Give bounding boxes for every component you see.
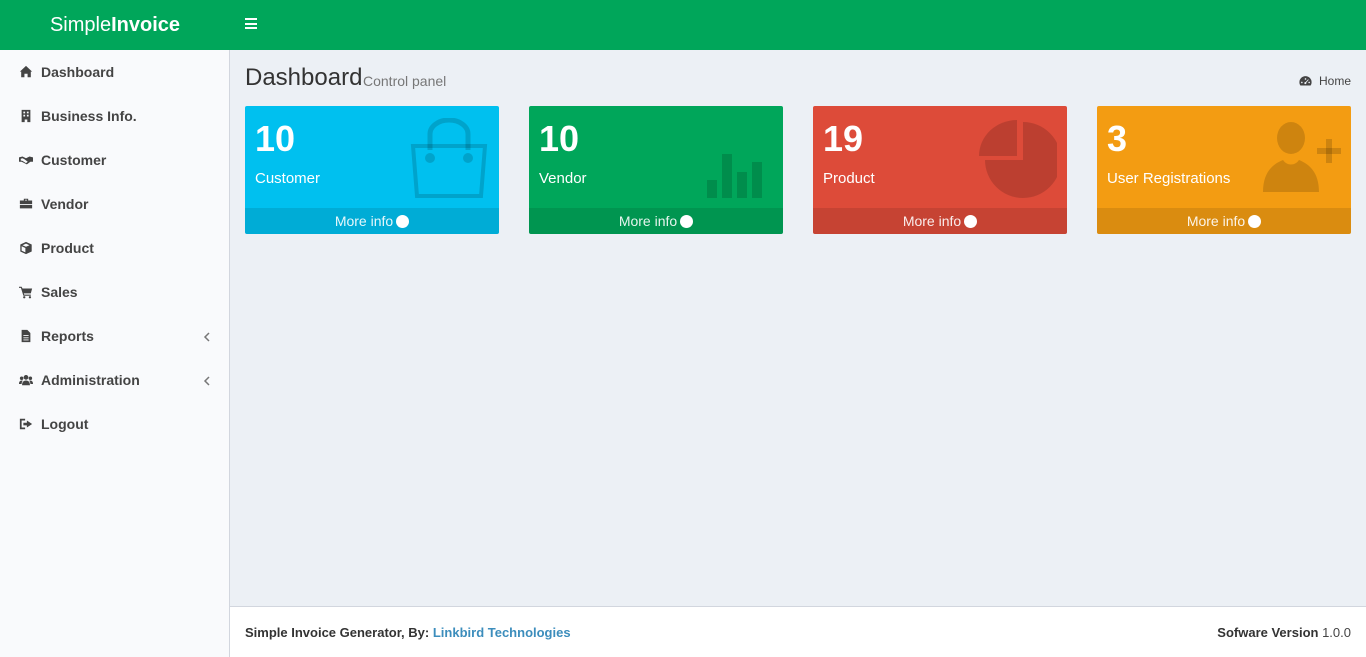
arrow-circle-right-icon [680,215,694,228]
handshake-icon [18,153,33,167]
logo-light-text: Simple [49,14,112,36]
sidebar-item-administration[interactable]: Administration [0,358,229,402]
sidebar: Dashboard Business Info. Customer Vendor… [0,50,230,657]
stat-label: Customer [255,170,321,187]
sidebar-toggle-icon[interactable] [245,18,257,29]
sidebar-item-product[interactable]: Product [0,226,229,270]
more-info-link[interactable]: More info [813,208,1067,234]
footer-credit-text: Simple Invoice Generator, By: [245,625,430,640]
cart-icon [18,285,33,299]
user-plus-icon [1261,118,1341,198]
stat-label: Vendor [539,170,587,187]
stat-box-customer: 10 Customer More info [245,106,499,234]
chevron-left-icon [203,330,211,342]
sidebar-item-label: Customer [41,152,107,168]
sidebar-item-label: Dashboard [41,64,115,80]
sidebar-item-vendor[interactable]: Vendor [0,182,229,226]
stat-count: 10 [539,118,580,159]
logo-bold-text: Invoice [111,14,181,36]
breadcrumb[interactable]: Home [1299,74,1351,88]
stat-label: Product [823,170,875,187]
sign-out-icon [18,417,33,431]
file-icon [18,329,33,343]
footer-credit: Simple Invoice Generator, By: Linkbird T… [245,625,571,640]
top-navbar: SimpleInvoice [0,0,1366,50]
more-info-link[interactable]: More info [245,208,499,234]
pie-chart-icon [977,118,1061,198]
software-version: Sofware Version 1.0.0 [1217,625,1351,640]
building-icon [18,109,33,123]
sidebar-item-reports[interactable]: Reports [0,314,229,358]
bar-chart-icon [693,118,773,198]
stat-count: 10 [255,118,296,159]
stat-label: User Registrations [1107,170,1231,187]
sidebar-item-label: Reports [41,328,94,344]
sidebar-item-label: Administration [41,372,140,388]
cube-icon [18,241,33,255]
more-info-label: More info [334,213,394,229]
home-icon [18,65,33,79]
sidebar-item-business-info[interactable]: Business Info. [0,94,229,138]
page-title: Dashboard [245,64,363,91]
stat-count: 19 [823,118,864,159]
more-info-label: More info [618,213,678,229]
more-info-link[interactable]: More info [1097,208,1351,234]
sidebar-item-label: Product [41,240,94,256]
main-content: Dashboard Control panel Home 10 Customer… [230,50,1366,606]
page-footer: Simple Invoice Generator, By: Linkbird T… [230,606,1366,657]
sidebar-item-label: Vendor [41,196,89,212]
more-info-link[interactable]: More info [529,208,783,234]
sidebar-item-dashboard[interactable]: Dashboard [0,50,229,94]
sidebar-item-logout[interactable]: Logout [0,402,229,446]
arrow-circle-right-icon [396,215,410,228]
app-logo[interactable]: SimpleInvoice [0,0,230,50]
more-info-label: More info [902,213,962,229]
stat-box-user-registrations: 3 User Registrations More info [1097,106,1351,234]
company-link[interactable]: Linkbird Technologies [433,625,571,640]
stat-box-product: 19 Product More info [813,106,1067,234]
page-subtitle: Control panel [363,73,447,89]
breadcrumb-home[interactable]: Home [1319,74,1351,88]
sidebar-item-customer[interactable]: Customer [0,138,229,182]
users-icon [18,373,33,387]
dashboard-icon [1299,76,1312,86]
more-info-label: More info [1186,213,1246,229]
arrow-circle-right-icon [1248,215,1262,228]
arrow-circle-right-icon [964,215,978,228]
version-number: 1.0.0 [1322,625,1351,640]
sidebar-item-label: Business Info. [41,108,137,124]
shopping-bag-icon [409,117,489,198]
sidebar-item-sales[interactable]: Sales [0,270,229,314]
stat-box-vendor: 10 Vendor More info [529,106,783,234]
briefcase-icon [18,197,33,211]
sidebar-item-label: Sales [41,284,78,300]
sidebar-item-label: Logout [41,416,89,432]
chevron-left-icon [203,374,211,386]
version-label: Sofware Version [1217,625,1319,640]
stat-count: 3 [1107,118,1128,159]
